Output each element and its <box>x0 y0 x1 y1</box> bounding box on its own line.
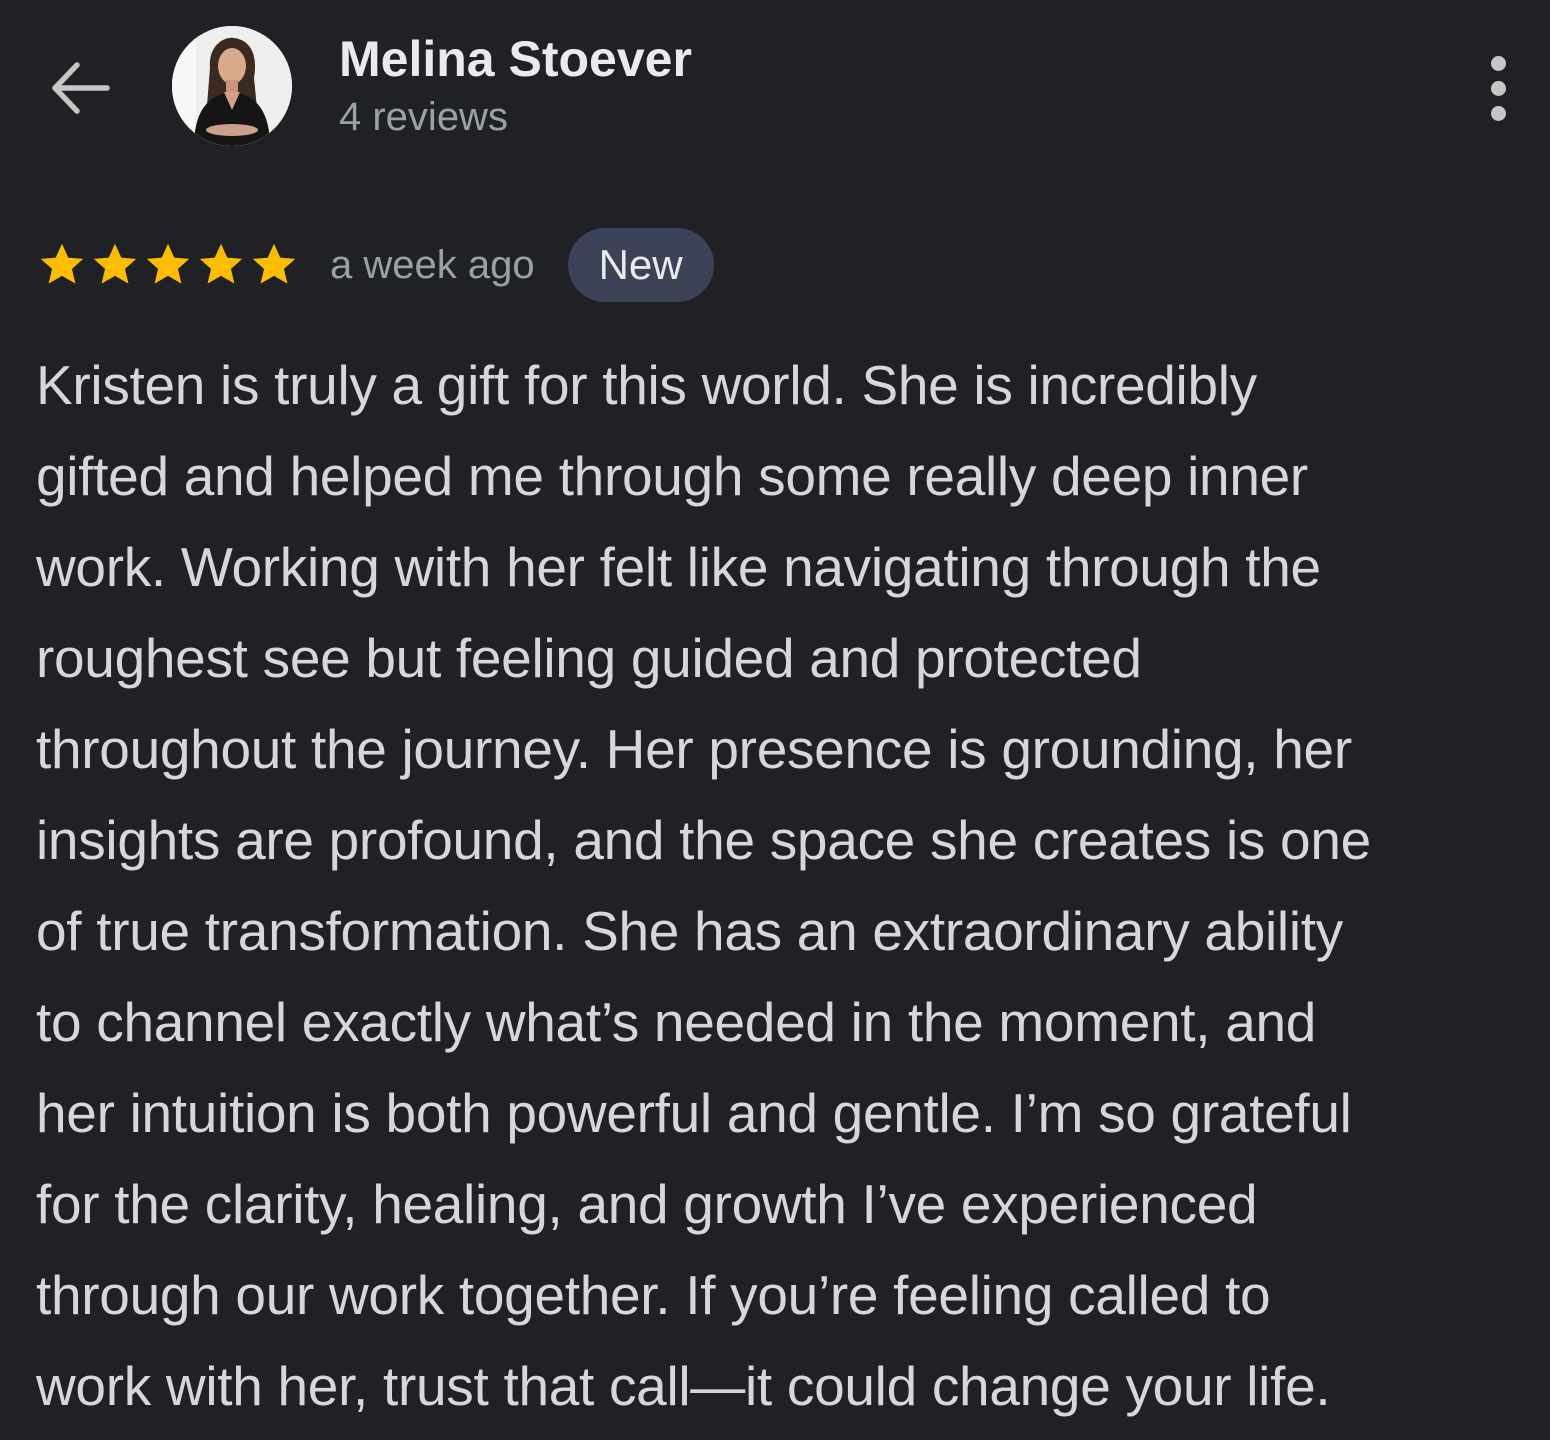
star-icon <box>146 243 190 284</box>
review-text-line: gifted and helped me through some really… <box>36 445 1308 507</box>
review-text-line: roughest see but feeling guided and prot… <box>36 627 1142 689</box>
avatar-image <box>172 26 292 146</box>
star-icon <box>40 243 84 284</box>
star-icon <box>93 243 137 284</box>
review-text-line: throughout the journey. Her presence is … <box>36 718 1352 780</box>
more-vertical-icon-dot <box>1490 80 1506 96</box>
star-rating <box>36 239 300 291</box>
new-badge: New <box>567 228 714 302</box>
review-text-line: work. Working with her felt like navigat… <box>36 536 1321 598</box>
review-header: Melina Stoever 4 reviews <box>0 0 1550 170</box>
review-meta-row: a week ago New <box>36 228 714 302</box>
review-text-line: work with her, trust that call—it could … <box>36 1355 1331 1417</box>
more-vertical-icon <box>1490 55 1506 71</box>
review-time: a week ago <box>330 242 535 287</box>
more-vertical-icon-dot <box>1490 105 1506 121</box>
review-text-line: of true transformation. She has an extra… <box>36 900 1343 962</box>
back-button[interactable] <box>40 48 120 128</box>
review-text-line: through our work together. If you’re fee… <box>36 1264 1271 1326</box>
more-options-button[interactable] <box>1466 48 1530 128</box>
star-icon <box>199 243 243 284</box>
reviewer-review-count[interactable]: 4 reviews <box>339 95 508 140</box>
review-text-line: to channel exactly what’s needed in the … <box>36 991 1317 1053</box>
reviewer-avatar[interactable] <box>172 26 292 146</box>
review-text-line: Kristen is truly a gift for this world. … <box>36 354 1257 416</box>
review-text: Kristen is truly a gift for this world. … <box>36 340 1536 1432</box>
review-text-line: insights are profound, and the space she… <box>36 809 1371 871</box>
star-icon <box>252 243 296 284</box>
review-text-line: for the clarity, healing, and growth I’v… <box>36 1173 1258 1235</box>
arrow-back-icon <box>52 62 110 114</box>
reviewer-name[interactable]: Melina Stoever <box>339 30 692 88</box>
review-text-line: her intuition is both powerful and gentl… <box>36 1082 1352 1144</box>
